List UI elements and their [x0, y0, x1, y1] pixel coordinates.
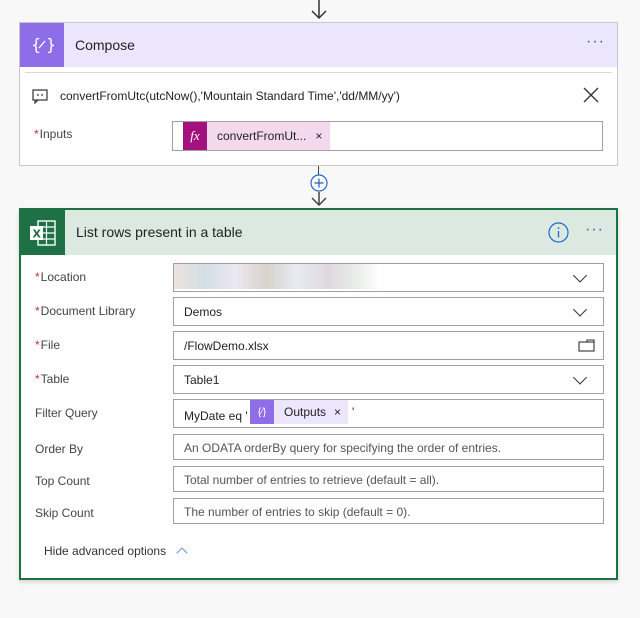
- filter-query-field[interactable]: MyDate eq ' {∕} Outputs × ': [173, 399, 604, 428]
- table-value: Table1: [184, 373, 220, 387]
- compose-icon: {∕}: [250, 400, 274, 424]
- document-library-dropdown[interactable]: Demos: [173, 297, 604, 326]
- location-dropdown[interactable]: [173, 263, 604, 292]
- chevron-down-icon: [572, 369, 588, 385]
- table-label: *Table: [35, 372, 70, 386]
- info-icon[interactable]: [548, 222, 569, 248]
- more-options-button[interactable]: ···: [585, 221, 604, 239]
- svg-text:{: {: [31, 35, 41, 54]
- list-rows-header[interactable]: X List rows present in a table ···: [21, 210, 616, 255]
- connector-arrow-top: [311, 0, 327, 20]
- location-label: *Location: [35, 270, 87, 284]
- expression-token[interactable]: fx convertFromUt... ×: [183, 122, 331, 150]
- top-count-placeholder: Total number of entries to retrieve (def…: [184, 473, 440, 487]
- token-label: Outputs: [284, 405, 327, 419]
- top-count-label: Top Count: [35, 474, 90, 488]
- file-field[interactable]: /FlowDemo.xlsx: [173, 331, 604, 360]
- document-library-value: Demos: [184, 305, 223, 319]
- table-dropdown[interactable]: Table1: [173, 365, 604, 394]
- chevron-down-icon: [572, 267, 588, 283]
- inputs-field[interactable]: fx convertFromUt... ×: [172, 121, 603, 151]
- more-options-button[interactable]: ···: [586, 33, 605, 51]
- location-value-redacted: [174, 264, 379, 289]
- list-rows-action-card: X List rows present in a table ··· *Loca…: [19, 208, 618, 580]
- divider: [25, 72, 612, 73]
- svg-text:}: }: [46, 35, 54, 54]
- document-library-label: *Document Library: [35, 304, 136, 318]
- outputs-token[interactable]: {∕} Outputs ×: [250, 400, 349, 424]
- chevron-down-icon: [572, 301, 588, 317]
- compose-icon: {}: [20, 23, 64, 67]
- order-by-label: Order By: [35, 442, 84, 456]
- order-by-placeholder: An ODATA orderBy query for specifying th…: [184, 441, 502, 455]
- comment-icon: [32, 89, 48, 109]
- excel-icon: X: [21, 210, 65, 255]
- close-comment-icon[interactable]: [583, 87, 599, 108]
- inputs-label: *Inputs: [34, 127, 73, 141]
- filter-prefix: MyDate eq ': [184, 409, 248, 423]
- token-label: convertFromUt...: [217, 129, 307, 143]
- folder-icon[interactable]: [578, 339, 595, 355]
- compose-action-card: {} Compose ··· convertFromUtc(utcNow(),'…: [19, 22, 618, 166]
- remove-token-button[interactable]: ×: [334, 405, 341, 419]
- filter-suffix: ': [352, 405, 355, 419]
- svg-text:X: X: [33, 227, 42, 240]
- hide-advanced-label: Hide advanced options: [44, 544, 167, 558]
- comment-text[interactable]: convertFromUtc(utcNow(),'Mountain Standa…: [60, 89, 400, 103]
- compose-title: Compose: [75, 37, 135, 53]
- compose-header[interactable]: {} Compose ···: [20, 23, 617, 67]
- remove-token-button[interactable]: ×: [315, 129, 322, 143]
- chevron-up-icon: [176, 547, 188, 559]
- top-count-input[interactable]: Total number of entries to retrieve (def…: [173, 466, 604, 492]
- skip-count-placeholder: The number of entries to skip (default =…: [184, 505, 411, 519]
- file-value: /FlowDemo.xlsx: [184, 339, 269, 353]
- list-rows-title: List rows present in a table: [76, 224, 243, 240]
- file-label: *File: [35, 338, 61, 352]
- filter-query-label: Filter Query: [35, 406, 98, 420]
- order-by-input[interactable]: An ODATA orderBy query for specifying th…: [173, 434, 604, 460]
- fx-icon: fx: [183, 122, 207, 150]
- skip-count-label: Skip Count: [35, 506, 94, 520]
- hide-advanced-options-button[interactable]: Hide advanced options: [44, 544, 188, 559]
- skip-count-input[interactable]: The number of entries to skip (default =…: [173, 498, 604, 524]
